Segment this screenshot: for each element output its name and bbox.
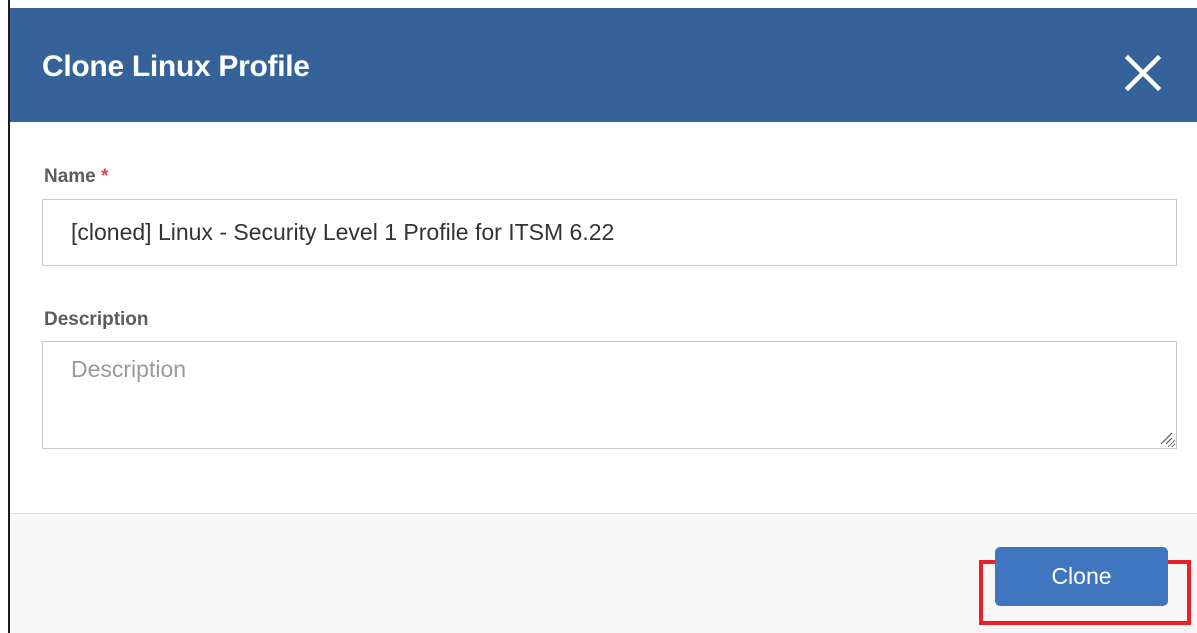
close-icon[interactable] [1120, 50, 1166, 96]
required-marker: * [101, 166, 109, 187]
description-label: Description [44, 309, 149, 330]
name-label-text: Name [44, 166, 96, 187]
dialog-title: Clone Linux Profile [42, 50, 310, 83]
description-textarea[interactable] [42, 341, 1177, 449]
clone-profile-dialog: Clone Linux Profile Name * Description [8, 0, 1197, 633]
clone-button[interactable]: Clone [995, 547, 1168, 606]
name-input[interactable] [42, 199, 1177, 266]
dialog-header: Clone Linux Profile [10, 8, 1197, 122]
resize-grip-icon[interactable] [1159, 431, 1173, 445]
name-label: Name * [44, 166, 108, 188]
